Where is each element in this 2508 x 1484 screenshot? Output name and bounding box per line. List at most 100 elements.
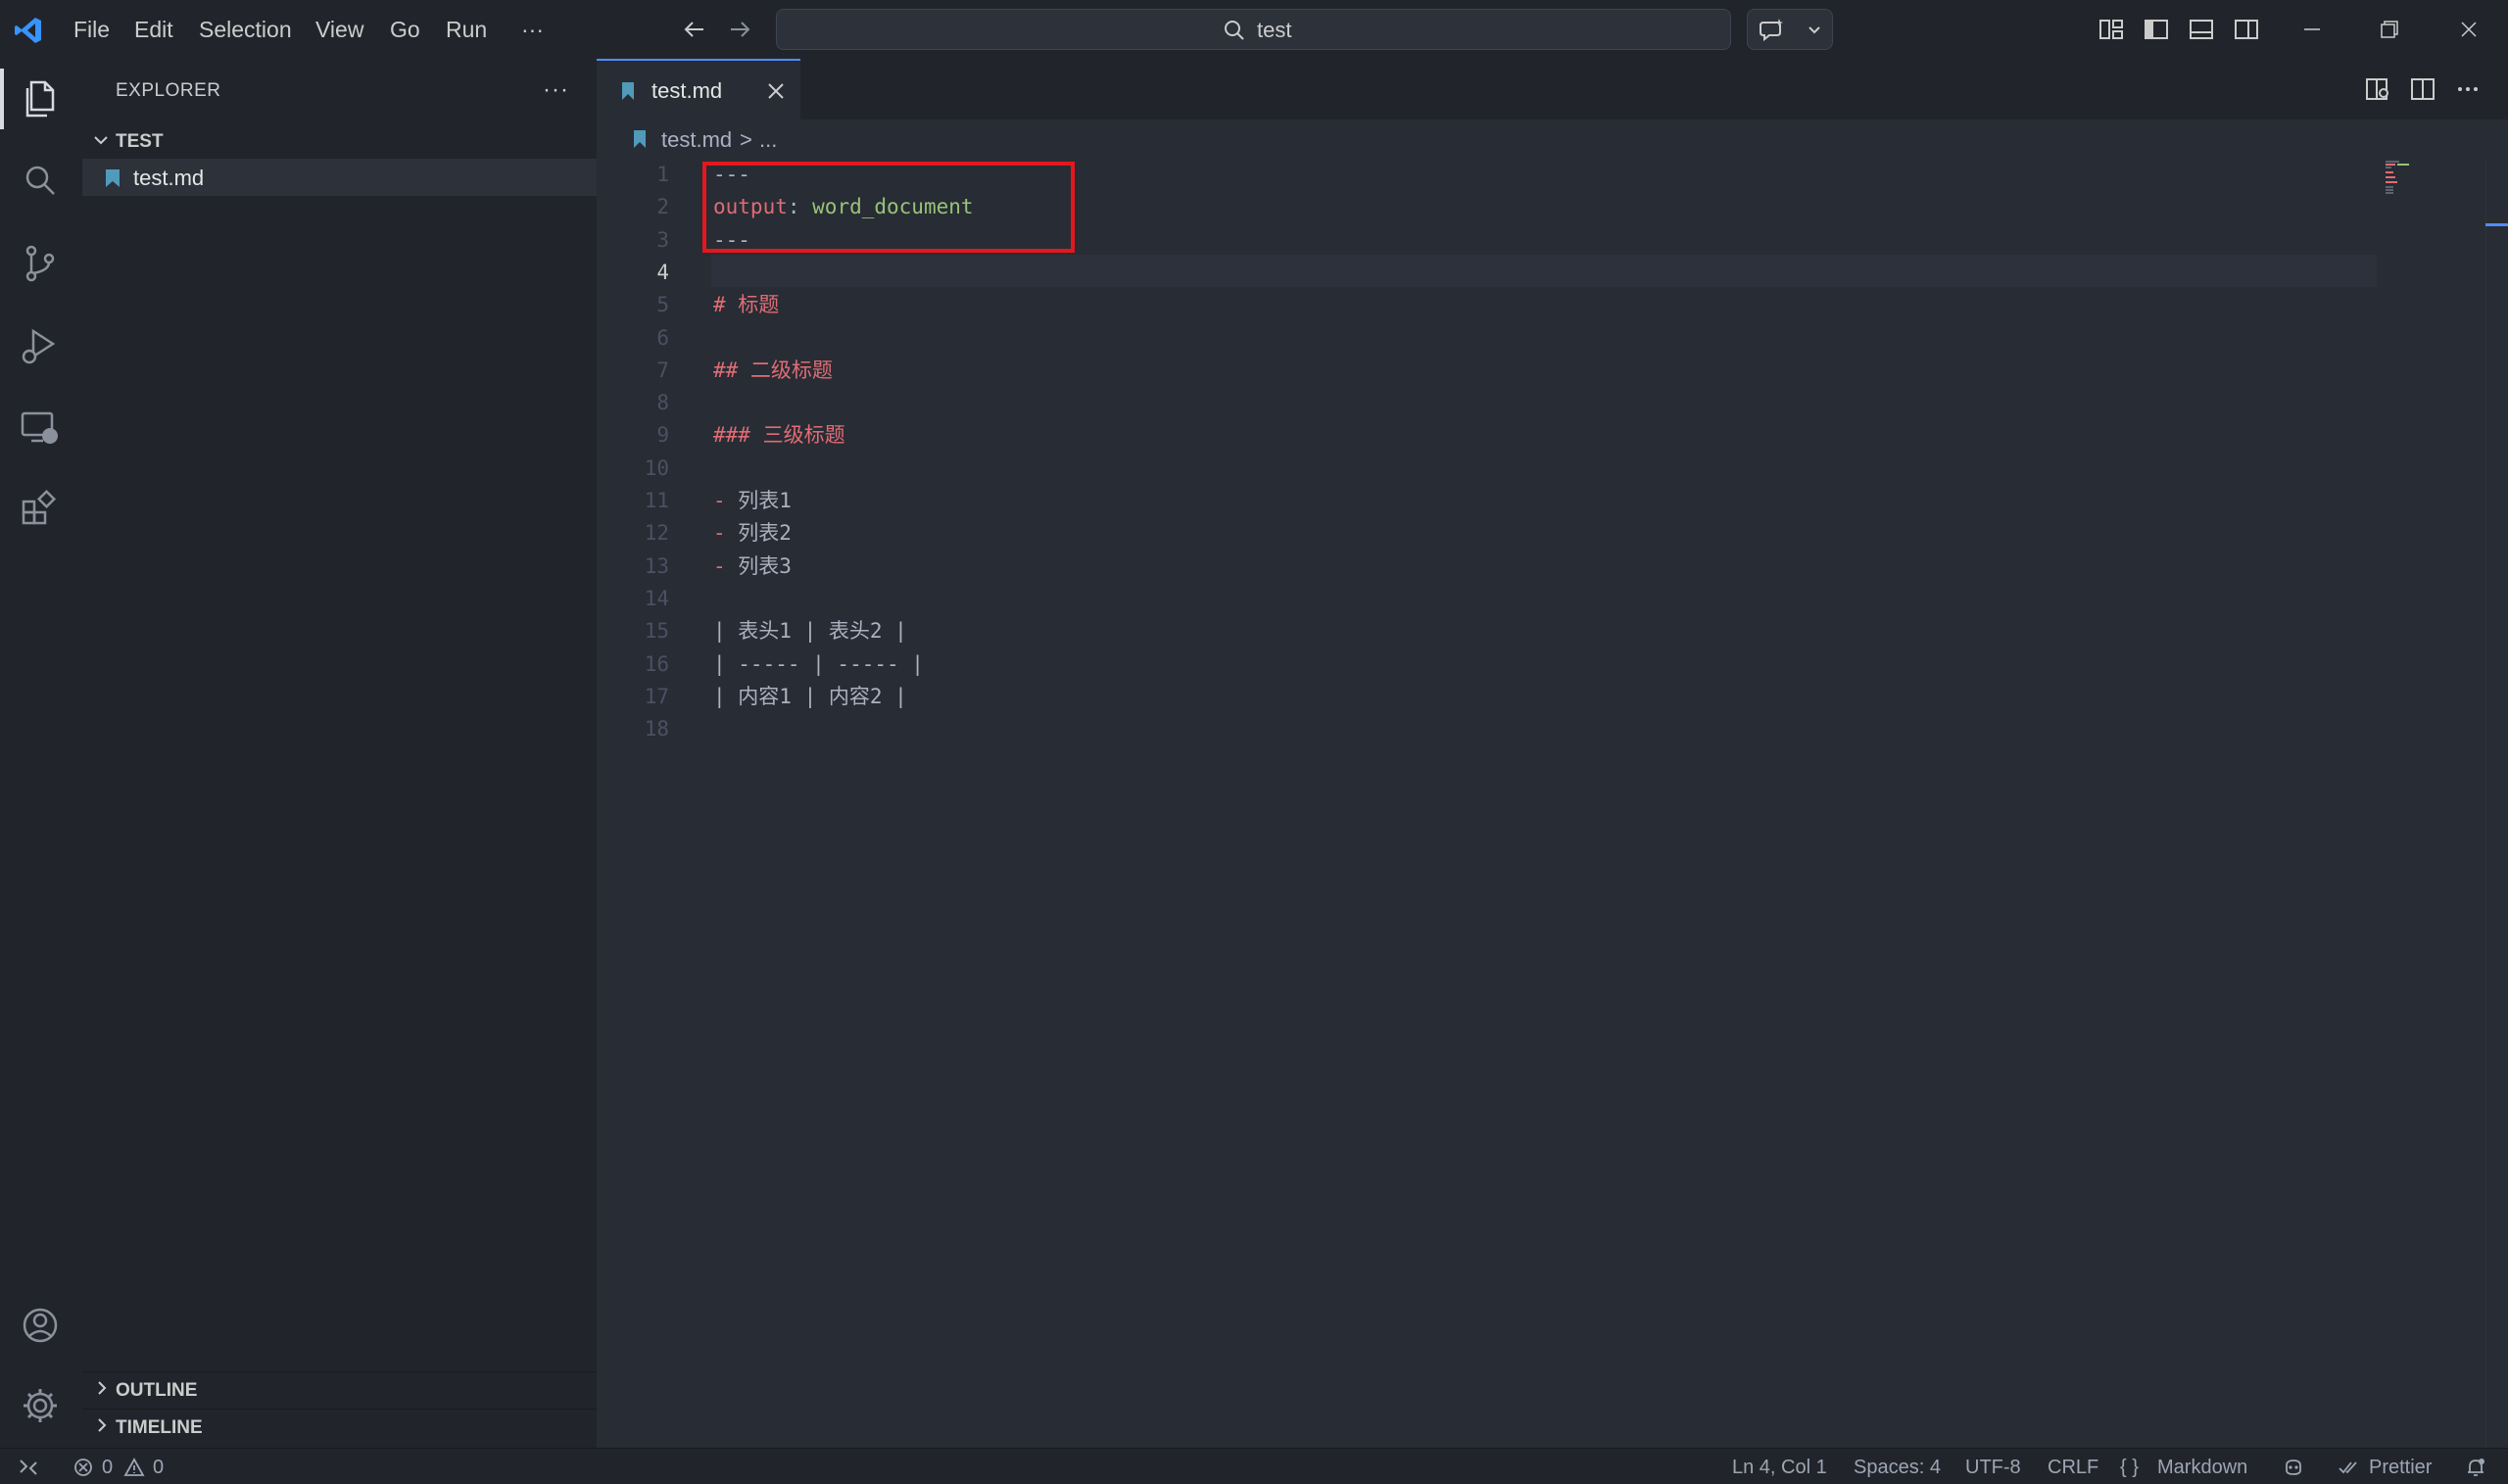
code-line[interactable]: | 内容1 | 内容2 | xyxy=(713,681,907,713)
notifications-bell-icon[interactable] xyxy=(2465,1457,2486,1478)
code-editor[interactable]: 1 2 3 4 5 6 7 8 9 10 11 12 13 14 15 16 17 18 --- output: w… xyxy=(597,159,2508,1448)
menu-selection[interactable]: Selection xyxy=(199,16,292,43)
chat-sparkle-icon xyxy=(1760,19,1783,42)
timeline-label: TIMELINE xyxy=(116,1417,203,1438)
code-token: 列表2 xyxy=(738,521,792,546)
source-control-icon[interactable] xyxy=(18,241,63,286)
back-arrow-icon[interactable] xyxy=(680,14,709,45)
line-number: 13 xyxy=(644,553,669,578)
accounts-icon[interactable] xyxy=(18,1303,63,1348)
code-token: - xyxy=(713,553,739,578)
title-bar: File Edit Selection View Go Run ··· test xyxy=(0,0,2508,59)
split-editor-icon[interactable] xyxy=(2409,75,2436,103)
prettier-status[interactable]: Prettier xyxy=(2369,1457,2432,1478)
open-preview-to-side-icon[interactable] xyxy=(2364,75,2391,103)
code-line[interactable]: | ----- | ----- | xyxy=(713,648,924,681)
code-token: ## 二级标题 xyxy=(713,358,833,382)
folder-label: TEST xyxy=(116,131,164,152)
error-count[interactable]: 0 xyxy=(102,1457,113,1478)
chevron-down-icon xyxy=(1809,26,1820,34)
search-icon xyxy=(1225,21,1244,40)
line-number: 10 xyxy=(644,455,669,480)
editor-scrollbar[interactable] xyxy=(2485,159,2508,1448)
remote-indicator-icon[interactable] xyxy=(18,1457,39,1478)
more-actions-icon[interactable] xyxy=(2454,75,2482,103)
code-line[interactable]: # 标题 xyxy=(713,289,779,321)
breadcrumb-file[interactable]: test.md xyxy=(661,127,732,153)
line-number: 3 xyxy=(656,227,669,252)
menu-more[interactable]: ··· xyxy=(521,16,544,43)
markdown-file-icon xyxy=(622,82,634,100)
active-indicator xyxy=(0,69,4,129)
breadcrumb-more[interactable]: ... xyxy=(759,127,777,153)
explorer-sidebar: EXPLORER ··· TEST test.md OUTLINE TIMELI… xyxy=(82,59,597,1448)
line-number: 14 xyxy=(644,586,669,610)
code-line[interactable]: ### 三级标题 xyxy=(713,419,845,452)
run-and-debug-icon[interactable] xyxy=(18,323,63,368)
customize-layout-icon[interactable] xyxy=(2097,15,2126,44)
timeline-section-header[interactable]: TIMELINE xyxy=(82,1409,597,1442)
menu-file[interactable]: File xyxy=(73,16,110,43)
search-icon[interactable] xyxy=(18,159,63,204)
chevron-down-icon xyxy=(94,136,108,145)
code-line[interactable]: - 列表2 xyxy=(713,517,792,550)
command-center-search[interactable]: test xyxy=(776,9,1731,50)
line-number: 6 xyxy=(656,325,669,350)
menu-edit[interactable]: Edit xyxy=(134,16,173,43)
menu-go[interactable]: Go xyxy=(390,16,420,43)
extensions-icon[interactable] xyxy=(18,488,63,533)
error-icon[interactable] xyxy=(72,1457,94,1478)
code-token: | ----- | ----- | xyxy=(713,651,924,676)
menu-run[interactable]: Run xyxy=(446,16,487,43)
chevron-right-icon xyxy=(98,1418,107,1432)
line-number: 8 xyxy=(656,391,669,415)
file-item-test-md[interactable]: test.md xyxy=(82,159,597,196)
copilot-icon[interactable] xyxy=(2283,1457,2304,1478)
toggle-primary-sidebar-icon[interactable] xyxy=(2142,15,2171,44)
forward-arrow-icon[interactable] xyxy=(725,14,754,45)
markdown-file-icon xyxy=(106,169,120,187)
code-line[interactable]: | 表头1 | 表头2 | xyxy=(713,615,907,647)
minimap[interactable] xyxy=(2378,159,2456,217)
folder-row-test[interactable]: TEST xyxy=(82,125,597,157)
settings-gear-icon[interactable] xyxy=(18,1383,63,1428)
file-label: test.md xyxy=(133,166,205,190)
code-token: | 内容1 | 内容2 | xyxy=(713,684,907,708)
markdown-file-icon xyxy=(634,130,646,148)
line-number: 1 xyxy=(656,163,669,186)
cursor-position[interactable]: Ln 4, Col 1 xyxy=(1732,1457,1827,1478)
code-line[interactable]: ## 二级标题 xyxy=(713,355,833,387)
outline-section-header[interactable]: OUTLINE xyxy=(82,1371,597,1405)
vscode-logo-icon xyxy=(15,18,41,43)
code-line[interactable]: - 列表3 xyxy=(713,551,792,583)
copilot-chat-button[interactable] xyxy=(1747,9,1833,50)
close-icon[interactable] xyxy=(765,80,787,102)
warning-count[interactable]: 0 xyxy=(153,1457,164,1478)
close-window-icon[interactable] xyxy=(2454,15,2484,44)
warning-icon[interactable] xyxy=(123,1457,145,1478)
menu-view[interactable]: View xyxy=(315,16,363,43)
language-braces-icon[interactable]: { } xyxy=(2120,1457,2139,1478)
toggle-panel-icon[interactable] xyxy=(2187,15,2216,44)
toggle-secondary-sidebar-icon[interactable] xyxy=(2232,15,2261,44)
encoding[interactable]: UTF-8 xyxy=(1965,1457,2021,1478)
code-line[interactable]: - 列表1 xyxy=(713,485,792,517)
sidebar-more-actions[interactable]: ··· xyxy=(543,76,569,104)
editor-tabs: test.md xyxy=(597,59,2508,120)
double-check-icon xyxy=(2339,1461,2357,1474)
remote-explorer-icon[interactable] xyxy=(18,406,63,451)
restore-icon[interactable] xyxy=(2375,15,2404,44)
code-token: 列表1 xyxy=(738,489,792,512)
line-number: 7 xyxy=(656,358,669,382)
explorer-icon[interactable] xyxy=(18,76,63,121)
line-number: 9 xyxy=(656,423,669,448)
end-of-line[interactable]: CRLF xyxy=(2048,1457,2098,1478)
minimize-icon[interactable] xyxy=(2297,15,2327,44)
chevron-right-icon xyxy=(98,1381,107,1395)
activity-bar xyxy=(0,59,82,1448)
scroll-position-marker xyxy=(2485,223,2508,226)
indentation[interactable]: Spaces: 4 xyxy=(1854,1457,1941,1478)
tab-test-md[interactable]: test.md xyxy=(597,59,800,120)
line-number: 17 xyxy=(644,684,669,708)
language-mode[interactable]: Markdown xyxy=(2157,1457,2247,1478)
